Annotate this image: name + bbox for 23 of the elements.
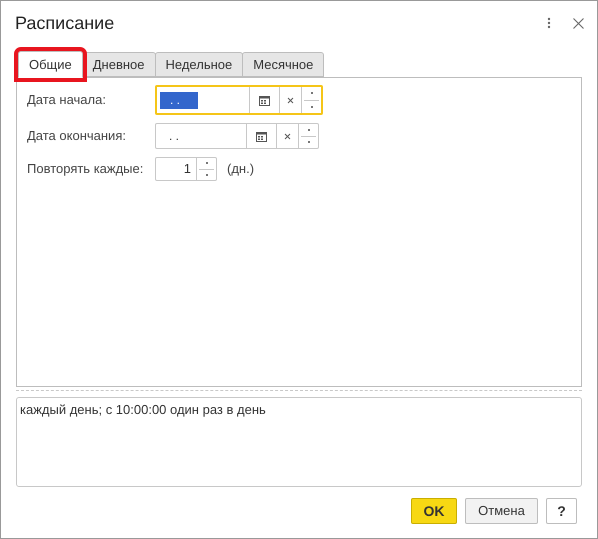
- cancel-button[interactable]: Отмена: [465, 498, 538, 524]
- tab[interactable]: Недельное: [154, 52, 244, 77]
- close-icon[interactable]: [573, 18, 584, 28]
- calendar-icon[interactable]: [259, 94, 270, 106]
- unit-label: (дн.): [227, 160, 254, 178]
- help-button[interactable]: ?: [546, 498, 577, 524]
- tab[interactable]: Месячное: [242, 52, 324, 77]
- clear-icon[interactable]: [284, 132, 291, 140]
- calendar-icon[interactable]: [256, 130, 267, 142]
- field-label: Повторять каждые:: [27, 160, 144, 178]
- summary-text-box[interactable]: каждый день; с 10:00:00 один раз в день: [16, 397, 582, 487]
- clear-icon[interactable]: [287, 96, 294, 104]
- date-field[interactable]: . .: [155, 123, 319, 149]
- number-value: 1: [182, 160, 192, 178]
- ok-button[interactable]: OK: [411, 498, 457, 524]
- date-value: . .: [168, 128, 180, 144]
- field-label: Дата начала:: [27, 91, 107, 110]
- date-field[interactable]: . .: [155, 85, 323, 115]
- more-icon[interactable]: [547, 17, 551, 29]
- window-title: Расписание: [15, 12, 116, 34]
- date-value: . .: [160, 92, 198, 108]
- field-label: Дата окончания:: [27, 127, 127, 146]
- number-field[interactable]: 1: [155, 157, 217, 181]
